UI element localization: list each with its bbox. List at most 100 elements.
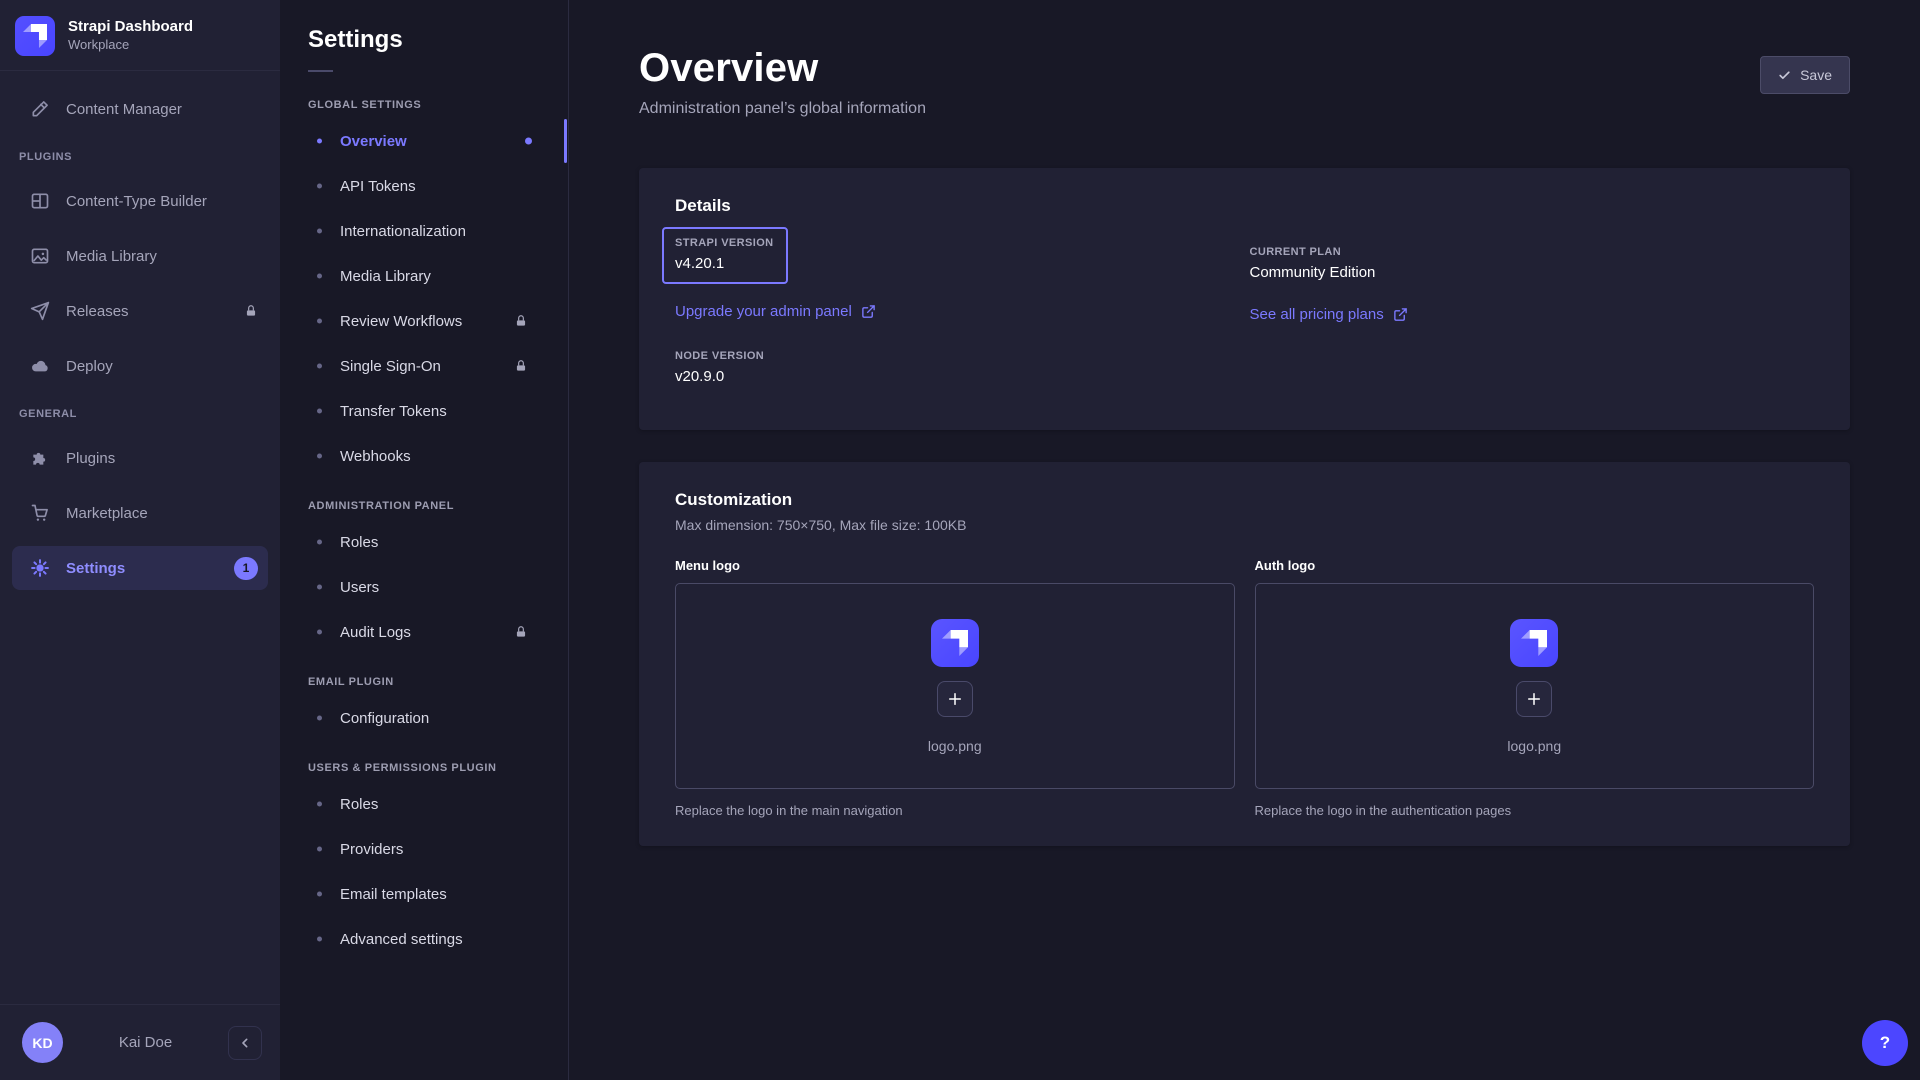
sidebar-item-label: Media Library [66, 248, 157, 265]
menu-logo-field: Menu logo logo.png [675, 558, 1235, 818]
subnav-item-configuration[interactable]: Configuration [280, 701, 568, 735]
sidebar-item-settings[interactable]: Settings 1 [12, 546, 268, 590]
subnav-item-transfer-tokens[interactable]: Transfer Tokens [280, 394, 568, 428]
settings-notification-badge: 1 [234, 557, 258, 580]
upgrade-admin-panel-link[interactable]: Upgrade your admin panel [675, 303, 876, 320]
workspace-brand: Strapi Dashboard Workplace [0, 0, 280, 70]
avatar: KD [22, 1022, 63, 1063]
menu-logo-preview-icon [931, 619, 979, 667]
main-sidebar: Strapi Dashboard Workplace Content Manag… [0, 0, 280, 1080]
bullet-icon [317, 892, 322, 897]
sidebar-item-plugins[interactable]: Plugins [12, 436, 268, 480]
plus-icon [946, 690, 964, 708]
subnav-item-roles-admin[interactable]: Roles [280, 525, 568, 559]
subnav-item-webhooks[interactable]: Webhooks [280, 439, 568, 473]
help-button[interactable]: ? [1862, 1020, 1908, 1066]
strapi-version-value: v4.20.1 [675, 255, 774, 272]
external-link-icon [861, 304, 876, 319]
menu-logo-add-button[interactable] [937, 681, 973, 717]
subnav-item-audit-logs[interactable]: Audit Logs [280, 615, 568, 649]
subnav-item-label: API Tokens [340, 178, 416, 195]
auth-logo-field: Auth logo logo.png [1255, 558, 1815, 818]
subnav-item-media-library[interactable]: Media Library [280, 259, 568, 293]
subnav-item-label: Review Workflows [340, 313, 462, 330]
sidebar-item-label: Marketplace [66, 505, 148, 522]
strapi-version-label: STRAPI VERSION [675, 237, 774, 249]
auth-logo-caption: Replace the logo in the authentication p… [1255, 803, 1815, 818]
node-version-label: NODE VERSION [675, 350, 1240, 362]
bullet-icon [317, 319, 322, 324]
lock-icon [514, 314, 528, 328]
current-plan-value: Community Edition [1250, 264, 1815, 281]
bullet-icon [317, 409, 322, 414]
sidebar-section-plugins: PLUGINS [19, 151, 268, 163]
save-button[interactable]: Save [1760, 56, 1850, 94]
auth-logo-label: Auth logo [1255, 558, 1815, 573]
bullet-icon [317, 540, 322, 545]
details-card-title: Details [675, 196, 1814, 216]
sidebar-item-deploy[interactable]: Deploy [12, 344, 268, 388]
lock-icon [514, 359, 528, 373]
bullet-icon [317, 802, 322, 807]
sidebar-item-media-library[interactable]: Media Library [12, 234, 268, 278]
subnav-item-users[interactable]: Users [280, 570, 568, 604]
subnav-item-label: Roles [340, 534, 378, 551]
sidebar-item-label: Deploy [66, 358, 113, 375]
subnav-section-administration-panel: ADMINISTRATION PANEL [308, 500, 568, 512]
subnav-title: Settings [308, 26, 568, 54]
pricing-plans-link[interactable]: See all pricing plans [1250, 306, 1408, 323]
page-title: Overview [639, 46, 926, 91]
sidebar-item-releases[interactable]: Releases [12, 289, 268, 333]
layout-grid-icon [30, 191, 50, 211]
sidebar-item-label: Plugins [66, 450, 115, 467]
auth-logo-add-button[interactable] [1516, 681, 1552, 717]
plus-icon [1525, 690, 1543, 708]
chevron-left-icon [237, 1035, 253, 1051]
paper-plane-icon [30, 301, 50, 321]
sidebar-item-content-type-builder[interactable]: Content-Type Builder [12, 179, 268, 223]
bullet-icon [317, 585, 322, 590]
cloud-icon [30, 356, 50, 376]
sidebar-item-content-manager[interactable]: Content Manager [12, 87, 268, 131]
bullet-icon [317, 274, 322, 279]
strapi-logo-icon [15, 16, 55, 56]
sidebar-user-footer: KD Kai Doe [0, 1004, 280, 1080]
subnav-item-overview[interactable]: Overview [280, 124, 568, 158]
external-link-icon [1393, 307, 1408, 322]
bullet-icon [317, 847, 322, 852]
subnav-item-providers[interactable]: Providers [280, 832, 568, 866]
subnav-item-email-templates[interactable]: Email templates [280, 877, 568, 911]
subnav-section-users-permissions-plugin: USERS & PERMISSIONS PLUGIN [308, 762, 568, 774]
bullet-icon [317, 184, 322, 189]
current-plan-field: CURRENT PLAN Community Edition [1250, 246, 1815, 281]
subnav-section-global-settings: GLOBAL SETTINGS [308, 99, 568, 111]
subnav-item-internationalization[interactable]: Internationalization [280, 214, 568, 248]
settings-subnav: Settings GLOBAL SETTINGS Overview API To… [280, 0, 569, 1080]
subnav-item-advanced-settings[interactable]: Advanced settings [280, 922, 568, 956]
main-content: Overview Administration panel’s global i… [569, 0, 1920, 1080]
gear-icon [30, 558, 50, 578]
cart-icon [30, 503, 50, 523]
subnav-item-label: Configuration [340, 710, 429, 727]
menu-logo-upload-box: logo.png [675, 583, 1235, 789]
active-indicator-bar [564, 119, 567, 163]
current-plan-label: CURRENT PLAN [1250, 246, 1815, 258]
pencil-icon [30, 99, 50, 119]
sidebar-item-marketplace[interactable]: Marketplace [12, 491, 268, 535]
subnav-item-single-sign-on[interactable]: Single Sign-On [280, 349, 568, 383]
bullet-icon [317, 716, 322, 721]
auth-logo-preview-icon [1510, 619, 1558, 667]
lock-icon [244, 304, 258, 318]
details-right-column: CURRENT PLAN Community Edition See all p… [1250, 236, 1815, 385]
details-left-column: STRAPI VERSION v4.20.1 Upgrade your admi… [675, 236, 1240, 385]
collapse-sidebar-button[interactable] [228, 1026, 262, 1060]
user-name: Kai Doe [63, 1034, 228, 1051]
node-version-value: v20.9.0 [675, 368, 1240, 385]
subnav-item-api-tokens[interactable]: API Tokens [280, 169, 568, 203]
details-card: Details STRAPI VERSION v4.20.1 Upgrade y… [639, 168, 1850, 430]
node-version-field: NODE VERSION v20.9.0 [675, 350, 1240, 385]
subnav-item-review-workflows[interactable]: Review Workflows [280, 304, 568, 338]
bullet-icon [317, 937, 322, 942]
subnav-title-divider [308, 70, 333, 72]
subnav-item-roles-up[interactable]: Roles [280, 787, 568, 821]
